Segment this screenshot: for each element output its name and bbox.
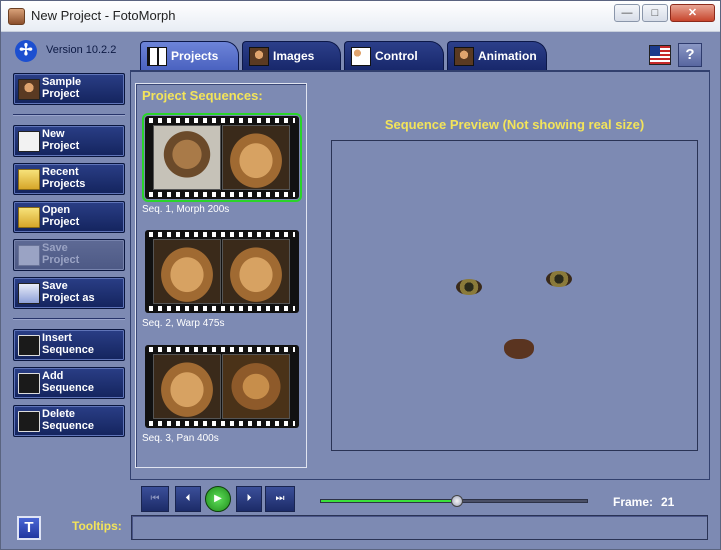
sequence-thumbnail-2[interactable]	[145, 230, 299, 313]
frame-slider[interactable]	[320, 495, 588, 507]
open-project-button[interactable]: Open Project	[13, 201, 125, 233]
thumbnail-frame-lion	[222, 354, 290, 419]
save-project-as-button[interactable]: Save Project as	[13, 277, 125, 309]
frame-slider-thumb[interactable]	[450, 495, 463, 507]
delete-sequence-label: Delete Sequence	[42, 408, 94, 432]
sidebar-divider	[13, 318, 125, 320]
play-button[interactable]: ▶	[205, 486, 231, 512]
sequence-caption-2: Seq. 2, Warp 475s	[142, 318, 225, 329]
previous-frame-button[interactable]: ⏴	[175, 486, 201, 512]
delete-icon	[18, 411, 40, 432]
film-perforation	[149, 347, 295, 352]
sequence-thumbnail-1[interactable]	[142, 113, 302, 202]
app-icon	[8, 8, 25, 25]
grid-icon	[147, 47, 167, 66]
preview-left-eye	[456, 279, 482, 295]
save-project-label: Save Project	[42, 242, 80, 266]
delete-sequence-button[interactable]: Delete Sequence	[13, 405, 125, 437]
sequence-caption-1: Seq. 1, Morph 200s	[142, 204, 230, 215]
sequence-thumbnail-3[interactable]	[145, 345, 299, 428]
film-perforation	[149, 232, 295, 237]
thumbnail-frame-lion-cub	[222, 239, 290, 304]
first-frame-button[interactable]: ⏮	[141, 486, 169, 512]
tab-images-label: Images	[273, 49, 315, 63]
frame-value: 21	[661, 495, 675, 509]
control-icon	[351, 47, 371, 66]
recent-projects-button[interactable]: Recent Projects	[13, 163, 125, 195]
film-perforation	[149, 306, 295, 311]
sequence-list-panel: Project Sequences: Seq. 1, Morph 200s Se…	[135, 83, 307, 468]
tab-images[interactable]: Images	[242, 41, 341, 71]
sidebar-divider	[13, 114, 125, 116]
tab-projects-label: Projects	[171, 49, 219, 63]
window-title: New Project - FotoMorph	[31, 8, 176, 23]
preview-nose	[504, 339, 534, 359]
insert-sequence-button[interactable]: Insert Sequence	[13, 329, 125, 361]
add-sequence-label: Add Sequence	[42, 370, 94, 394]
portrait-icon	[18, 79, 40, 100]
film-perforation	[149, 421, 295, 426]
sequence-caption-3: Seq. 3, Pan 400s	[142, 433, 219, 444]
version-label: Version 10.2.2	[46, 44, 117, 56]
tooltips-toggle-button[interactable]: T	[17, 516, 41, 540]
frame-slider-fill	[321, 500, 457, 502]
fotomorph-logo-icon: ✢	[15, 40, 37, 62]
thumbnail-frame-lion-cub	[153, 354, 221, 419]
new-project-button[interactable]: New Project	[13, 125, 125, 157]
portrait-icon	[249, 47, 269, 66]
last-frame-button[interactable]: ⏭	[265, 486, 295, 512]
tab-projects[interactable]: Projects	[140, 41, 239, 71]
frame-label: Frame:	[613, 495, 654, 509]
new-project-label: New Project	[42, 128, 80, 152]
tab-animation[interactable]: Animation	[447, 41, 547, 71]
tooltips-text-box	[131, 515, 708, 540]
film-perforation	[149, 192, 295, 197]
film-perforation	[149, 118, 295, 123]
language-flag-icon[interactable]	[649, 45, 671, 65]
tab-control-label: Control	[375, 49, 418, 63]
insert-icon	[18, 335, 40, 356]
tab-animation-label: Animation	[478, 49, 537, 63]
close-button[interactable]: ✕	[670, 4, 715, 22]
minimize-button[interactable]: —	[614, 4, 640, 22]
add-sequence-button[interactable]: Add Sequence	[13, 367, 125, 399]
tab-control[interactable]: Control	[344, 41, 444, 71]
sequence-preview-image	[331, 140, 698, 451]
title-bar[interactable]: New Project - FotoMorph — □ ✕	[1, 1, 720, 32]
save-project-as-label: Save Project as	[42, 280, 95, 304]
sequence-list-title: Project Sequences:	[142, 88, 263, 103]
preview-title: Sequence Preview (Not showing real size)	[384, 117, 645, 132]
thumbnail-frame-cat	[153, 125, 221, 190]
save-icon	[18, 245, 40, 266]
sample-project-button[interactable]: Sample Project	[13, 73, 125, 105]
help-button[interactable]: ?	[678, 43, 702, 67]
add-icon	[18, 373, 40, 394]
folder-icon	[18, 169, 40, 190]
open-folder-icon	[18, 207, 40, 228]
save-as-icon	[18, 283, 40, 304]
save-project-button[interactable]: Save Project	[13, 239, 125, 271]
film-icon	[454, 47, 474, 66]
thumbnail-frame-lion-cub	[153, 239, 221, 304]
maximize-button[interactable]: □	[642, 4, 668, 22]
recent-projects-label: Recent Projects	[42, 166, 86, 190]
next-frame-button[interactable]: ⏵	[236, 486, 262, 512]
sample-project-label: Sample Project	[42, 76, 82, 100]
tooltips-label: Tooltips:	[72, 519, 122, 533]
new-document-icon	[18, 131, 40, 152]
thumbnail-frame-lion-cub	[222, 125, 290, 190]
app-window: New Project - FotoMorph — □ ✕ ✢ Version …	[0, 0, 721, 550]
open-project-label: Open Project	[42, 204, 80, 228]
insert-sequence-label: Insert Sequence	[42, 332, 94, 356]
preview-right-eye	[546, 271, 572, 287]
